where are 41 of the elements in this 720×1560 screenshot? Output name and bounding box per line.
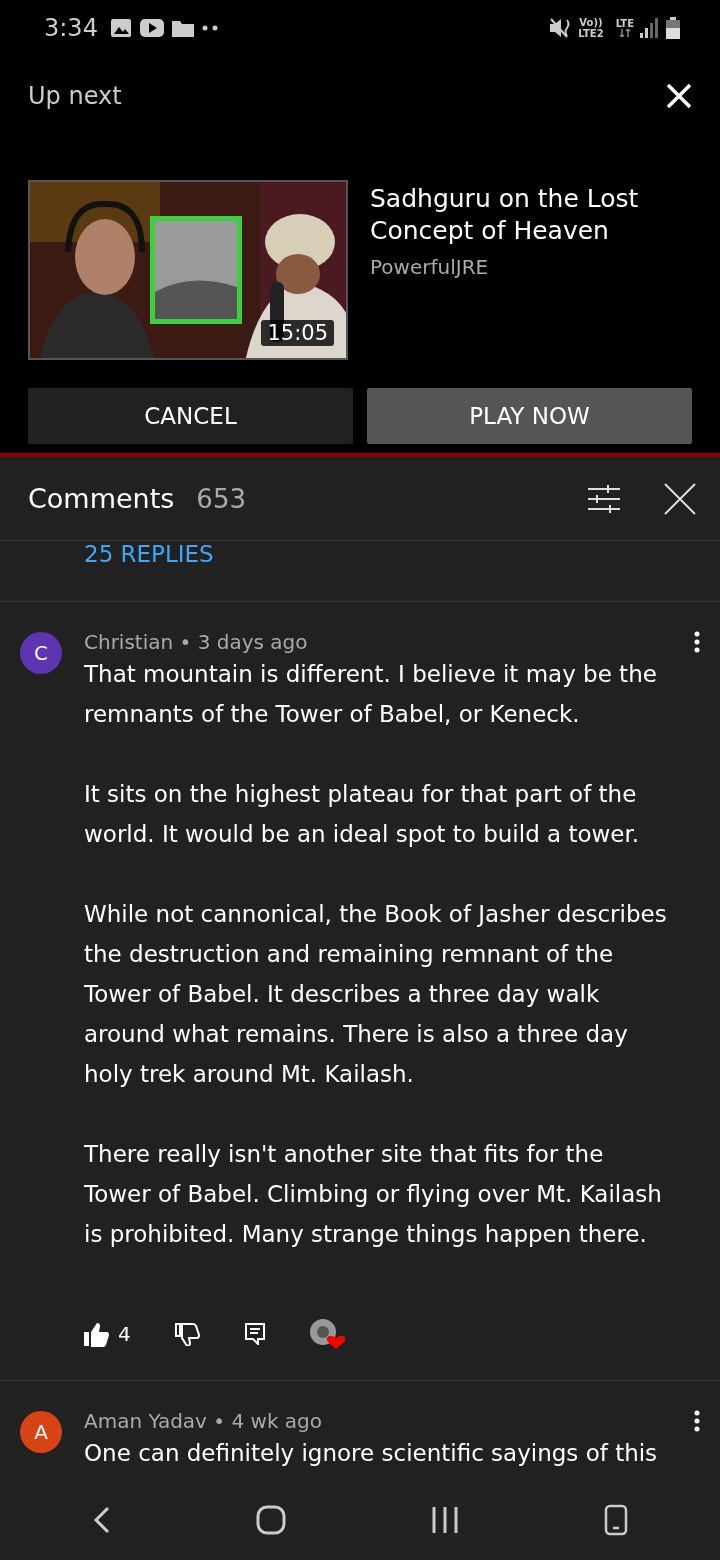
avatar[interactable]: A <box>20 1411 62 1453</box>
more-notifications-icon <box>201 24 218 31</box>
image-icon <box>109 17 132 38</box>
reply-icon[interactable] <box>244 1323 265 1345</box>
cancel-button[interactable]: CANCEL <box>28 388 353 444</box>
more-options-icon[interactable] <box>694 631 700 653</box>
battery-icon <box>666 16 680 39</box>
close-icon[interactable] <box>664 482 696 515</box>
signal-icon <box>640 17 658 38</box>
rotate-screen-icon[interactable] <box>603 1504 628 1536</box>
comment-text: One can definitely ignore scientific sayings of this <box>84 1439 659 1468</box>
video-title[interactable]: Sadhguru on the Lost Concept of Heaven <box>370 183 692 247</box>
up-next-heading: Up next <box>28 82 122 110</box>
comment-text: That mountain is different. I believe it may be the remnants of the Tower of Babel, or Keneck. <box>84 660 658 729</box>
channel-name: PowerfulJRE <box>370 255 490 279</box>
comment-text: There really isn't another site that fits for the Tower of Babel. Climbing or flying over Mt. Kailash is prohibited. Many strange things happen there. <box>84 1140 663 1249</box>
play-now-button[interactable]: PLAY NOW <box>367 388 692 444</box>
comment-count: 653 <box>196 483 246 514</box>
data-arrows-icon <box>618 29 631 37</box>
home-icon[interactable] <box>255 1505 286 1535</box>
replies-link[interactable]: 25 REPLIES <box>0 541 720 601</box>
back-icon[interactable] <box>92 1506 111 1534</box>
comments-title: Comments <box>28 483 175 514</box>
comment-text: It sits on the highest plateau for that part of the world. It would be an ideal spot to build a tower. <box>84 780 641 849</box>
network-label: LTE <box>615 18 634 29</box>
recent-apps-icon[interactable] <box>430 1507 459 1533</box>
network-label: Vo)) <box>579 16 603 28</box>
network-label: LTE2 <box>578 27 604 39</box>
folder-icon <box>171 18 194 37</box>
comment-text: While not cannonical, the Book of Jasher describes the destruction and remaining remnant of the Tower of Babel. It describes a three day walk around what remains. There is also a three day holy trek around Mt. Kailash. <box>84 900 668 1089</box>
sort-filter-icon[interactable] <box>588 483 620 514</box>
comment-author-time: Aman Yadav • 4 wk ago <box>84 1409 323 1433</box>
comment-author-time: Christian • 3 days ago <box>84 630 308 654</box>
video-duration: 15:05 <box>261 320 334 346</box>
clock: 3:34 <box>44 13 98 42</box>
more-options-icon[interactable] <box>694 1410 700 1432</box>
thumbs-up-icon[interactable] <box>84 1321 110 1347</box>
avatar[interactable]: C <box>20 632 62 674</box>
thumbs-down-icon[interactable] <box>174 1322 201 1346</box>
like-count: 4 <box>118 1322 131 1346</box>
video-icon <box>139 18 164 37</box>
